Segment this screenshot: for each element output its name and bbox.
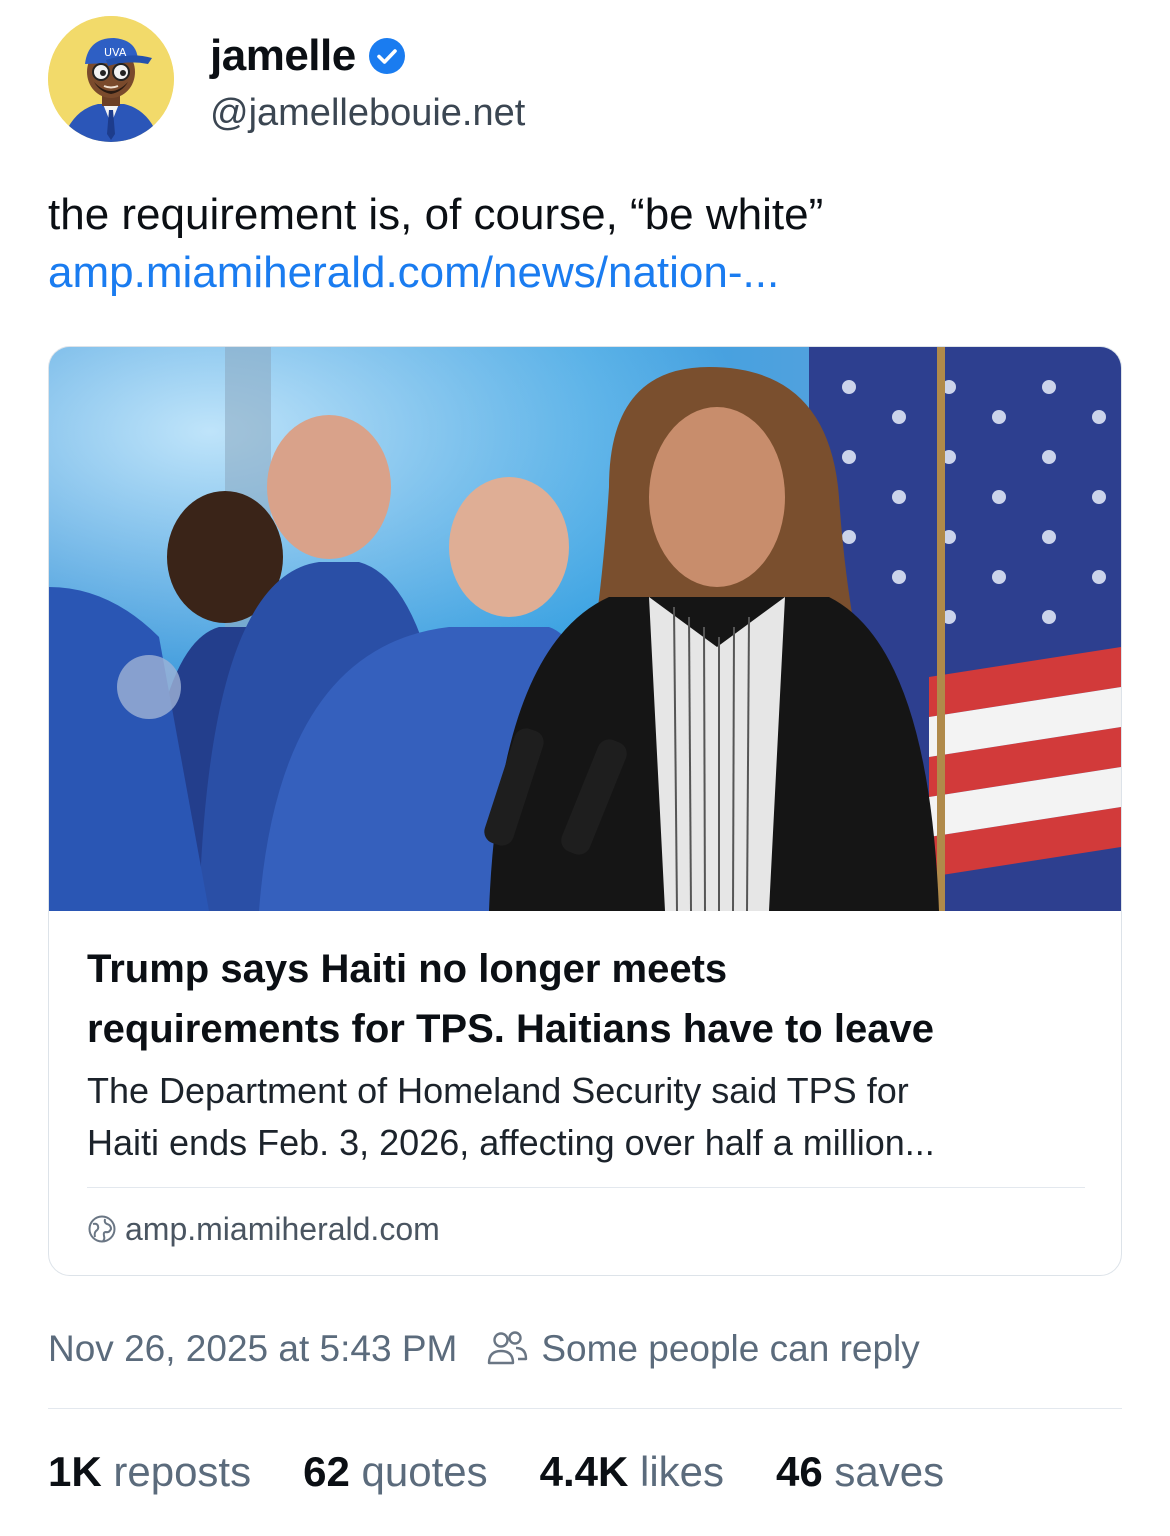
card-description-line: Haiti ends Feb. 3, 2026, affecting over … <box>87 1122 935 1163</box>
reposts-label: reposts <box>113 1448 252 1495</box>
card-description: The Department of Homeland Security said… <box>87 1065 1087 1169</box>
verified-badge-icon <box>368 37 406 75</box>
author-handle[interactable]: @jamellebouie.net <box>210 90 525 136</box>
card-domain-row: amp.miamiherald.com <box>87 1209 440 1249</box>
stats-divider <box>48 1408 1122 1409</box>
globe-icon <box>88 1215 116 1243</box>
post-body: the requirement is, of course, “be white… <box>48 186 1122 302</box>
likes-label: likes <box>640 1448 725 1495</box>
likes-stat[interactable]: 4.4K likes <box>540 1444 724 1500</box>
avatar[interactable]: UVA <box>48 16 174 142</box>
likes-count: 4.4K <box>539 1448 629 1495</box>
quotes-stat[interactable]: 62 quotes <box>303 1444 488 1500</box>
saves-count: 46 <box>776 1448 823 1495</box>
reposts-stat[interactable]: 1K reposts <box>48 1444 251 1500</box>
avatar-illustration: UVA <box>48 16 174 142</box>
display-name[interactable]: jamelle <box>210 30 356 82</box>
post-meta: Nov 26, 2025 at 5:43 PM Some people can … <box>48 1324 920 1374</box>
quotes-count: 62 <box>303 1448 350 1495</box>
card-title[interactable]: Trump says Haiti no longer meets require… <box>87 939 1087 1059</box>
card-title-line: requirements for TPS. Haitians have to l… <box>87 1007 934 1051</box>
card-title-line: Trump says Haiti no longer meets <box>87 947 728 991</box>
post-link[interactable]: amp.miamiherald.com/news/nation-... <box>48 244 1122 302</box>
name-row: jamelle <box>210 30 406 82</box>
quotes-label: quotes <box>361 1448 488 1495</box>
saves-label: saves <box>834 1448 945 1495</box>
link-preview-card[interactable]: Trump says Haiti no longer meets require… <box>48 346 1122 1276</box>
reply-setting[interactable]: Some people can reply <box>541 1328 919 1370</box>
card-domain: amp.miamiherald.com <box>125 1211 440 1247</box>
card-divider <box>87 1187 1085 1188</box>
saves-stat[interactable]: 46 saves <box>776 1444 944 1500</box>
post-text-line: the requirement is, of course, “be white… <box>48 190 824 239</box>
card-description-line: The Department of Homeland Security said… <box>87 1070 909 1111</box>
engagement-stats: 1K reposts 62 quotes 4.4K likes 46 saves <box>48 1444 996 1500</box>
avatar-cap-text: UVA <box>104 46 127 59</box>
reposts-count: 1K <box>48 1448 102 1495</box>
people-icon <box>488 1331 528 1365</box>
post-timestamp[interactable]: Nov 26, 2025 at 5:43 PM <box>48 1328 457 1370</box>
news-photo-icon <box>49 347 1121 911</box>
post-author: UVA jamelle @jamellebouie.net <box>48 16 1122 144</box>
